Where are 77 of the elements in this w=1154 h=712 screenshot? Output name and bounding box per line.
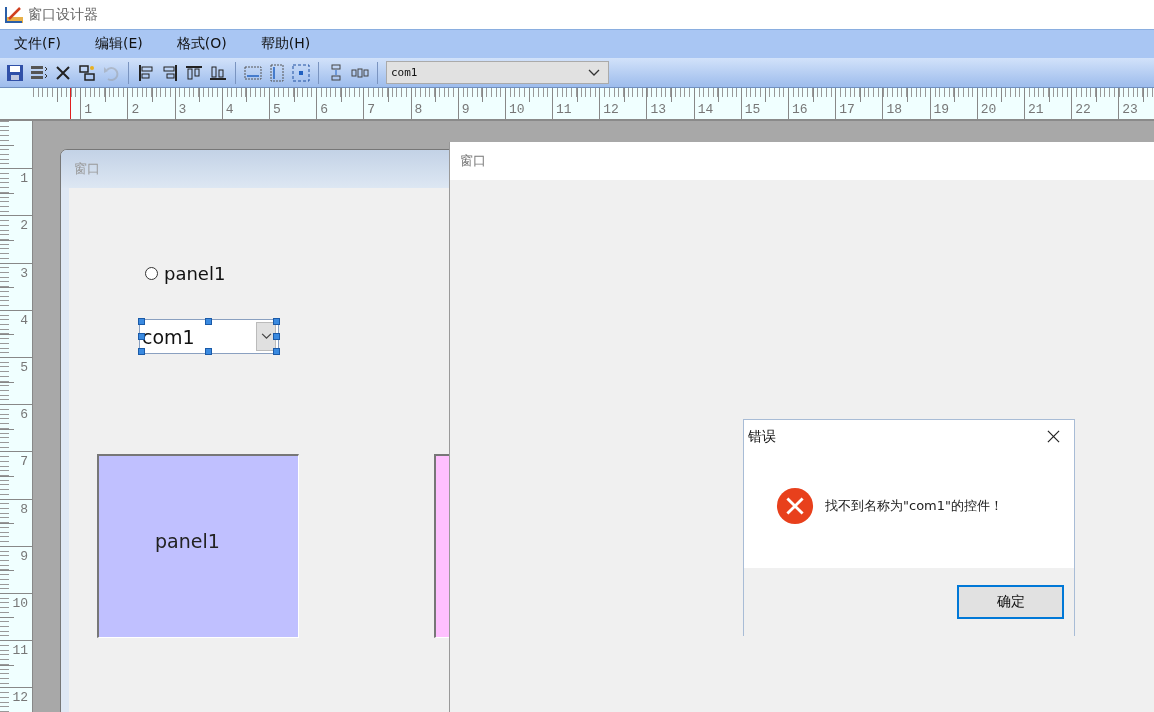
- ruler-number: 10: [508, 102, 525, 117]
- align-left-icon[interactable]: [137, 63, 155, 82]
- panel-label: panel1: [155, 530, 220, 552]
- align-right-icon[interactable]: [161, 63, 179, 82]
- error-message: 找不到名称为"com1"的控件！: [825, 496, 1003, 515]
- cursor-marker: [70, 88, 71, 119]
- app-icon: [4, 4, 24, 25]
- ruler-number: 23: [1122, 102, 1138, 117]
- same-width-icon[interactable]: [244, 63, 262, 82]
- ruler-number: 18: [886, 102, 902, 117]
- ruler-number: 1: [20, 171, 28, 187]
- ruler-number: 6: [320, 102, 328, 117]
- resize-handle[interactable]: [273, 348, 280, 355]
- ruler-number: 15: [744, 102, 761, 117]
- list-icon[interactable]: [30, 63, 48, 82]
- ruler-number: 8: [414, 102, 423, 117]
- ruler-number: 19: [933, 102, 950, 117]
- ruler-number: 5: [20, 359, 28, 375]
- ruler-number: 2: [20, 218, 28, 234]
- ruler-number: 8: [20, 501, 28, 517]
- resize-handle[interactable]: [138, 348, 145, 355]
- ruler-number: 12: [12, 690, 28, 706]
- ruler-number: 4: [20, 312, 28, 328]
- ruler-number: 4: [225, 102, 234, 117]
- same-height-icon[interactable]: [268, 63, 286, 82]
- ruler-number: 11: [556, 102, 572, 117]
- menu-item[interactable]: 帮助(H): [252, 35, 319, 53]
- resize-handle[interactable]: [205, 348, 212, 355]
- ruler-number: 13: [650, 102, 667, 117]
- radio-button[interactable]: [145, 267, 158, 280]
- save-icon[interactable]: [6, 63, 24, 82]
- combo-box[interactable]: com1: [139, 319, 279, 354]
- window-title: 窗口: [460, 152, 486, 170]
- ruler-number: 14: [697, 102, 714, 117]
- menu-item[interactable]: 文件(F): [6, 35, 69, 53]
- menu-item[interactable]: 编辑(E): [87, 35, 151, 53]
- ruler-number: 3: [178, 102, 187, 117]
- resize-handle[interactable]: [273, 333, 280, 340]
- ruler-number: 21: [1027, 102, 1044, 117]
- resize-handle[interactable]: [205, 318, 212, 325]
- ruler-number: 20: [980, 102, 997, 117]
- resize-handle[interactable]: [273, 318, 280, 325]
- dropdown-button[interactable]: [256, 322, 276, 351]
- ruler-number: 9: [20, 548, 28, 564]
- ruler-number: 12: [603, 102, 619, 117]
- chevron-down-icon: [260, 333, 272, 340]
- ruler-number: 1: [84, 102, 92, 117]
- window-title: 窗口设计器: [28, 5, 98, 24]
- panel[interactable]: panel1: [97, 454, 299, 638]
- align-top-icon[interactable]: [185, 63, 203, 82]
- chevron-down-icon: [588, 68, 600, 77]
- align-bottom-icon[interactable]: [209, 63, 227, 82]
- control-select[interactable]: com1: [386, 61, 609, 84]
- ruler-number: 11: [12, 643, 28, 659]
- ruler-number: 5: [272, 102, 281, 117]
- window-title: 窗口: [74, 160, 100, 178]
- ruler-number: 9: [461, 102, 470, 117]
- same-size-icon[interactable]: [292, 63, 310, 82]
- ruler-number: 7: [367, 102, 376, 117]
- ruler-number: 2: [131, 102, 140, 117]
- ruler-number: 6: [20, 407, 28, 423]
- close-icon[interactable]: [1047, 430, 1060, 443]
- ruler-number: 16: [792, 102, 808, 117]
- ruler-number: 7: [20, 454, 28, 470]
- copy-icon[interactable]: [78, 63, 96, 82]
- error-icon: [776, 486, 814, 525]
- ruler-number: 17: [839, 102, 855, 117]
- ok-button[interactable]: 确定: [957, 585, 1064, 619]
- ruler-number: 3: [20, 265, 28, 281]
- resize-handle[interactable]: [138, 318, 145, 325]
- radio-label: panel1: [164, 263, 226, 284]
- dialog-title: 错误: [748, 427, 776, 446]
- ruler-number: 22: [1075, 102, 1091, 117]
- menu-item[interactable]: 格式(O): [168, 35, 235, 53]
- resize-handle[interactable]: [138, 333, 145, 340]
- cut-icon[interactable]: [54, 63, 72, 82]
- ruler-number: 10: [12, 595, 28, 611]
